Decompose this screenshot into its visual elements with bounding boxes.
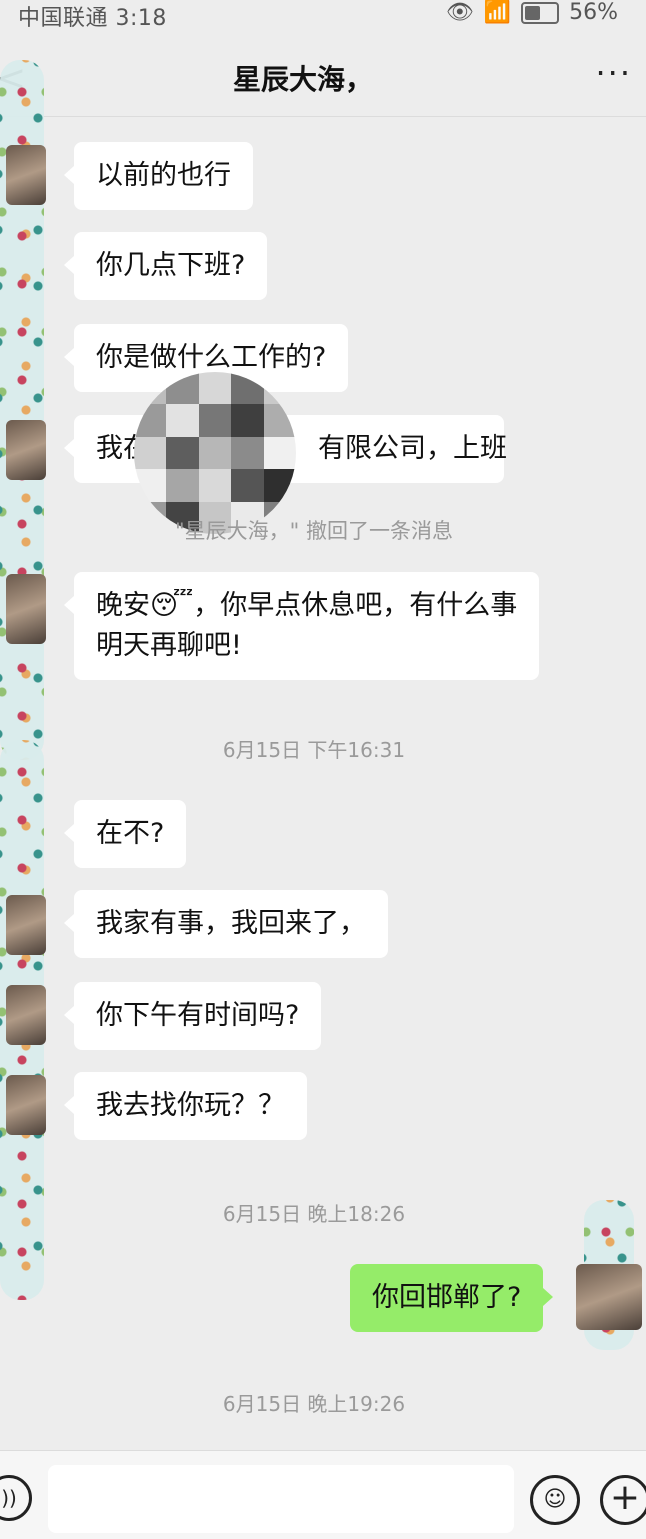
message-bubble[interactable]: 你下午有时间吗? [63,982,322,1050]
message-bubble[interactable]: 我家有事，我回来了， [64,890,388,958]
message-input[interactable] [48,1465,514,1533]
timestamp: 6月15日 晚上19:26 [222,1392,406,1416]
message-bubble[interactable]: 我去找你玩？？ [64,1072,307,1140]
status-icons: 👁 📶 56% [446,0,618,25]
battery-percent: 56% [569,0,618,25]
input-bar: )) ☺ + [0,1450,646,1539]
chat-header: < 星辰大海， ··· [0,40,646,117]
message-text: 你几点下班? [96,250,246,281]
recall-notice: "星辰大海，" 撤回了一条消息 [175,519,453,543]
message-bubble-self[interactable]: 你回邯郸了? [350,1264,554,1332]
contact-avatar[interactable] [6,574,46,644]
message-text: 以前的也行 [96,160,231,191]
message-text: 你下午有时间吗? [96,1000,300,1031]
emoji-icon[interactable]: ☺ [530,1475,580,1525]
status-bar: 中国联通 3:18 👁 📶 56% [0,0,646,31]
plus-icon[interactable]: + [600,1475,646,1525]
message-bubble[interactable]: 晚安😴，你早点休息吧，有什么事 明天再聊吧! [63,572,540,680]
message-bubble[interactable]: 在不? [63,800,187,868]
message-text: 在不? [96,818,165,849]
more-options-button[interactable]: ··· [595,54,632,92]
contact-avatar[interactable] [6,1075,46,1135]
carrier-time: 中国联通 3:18 [18,6,167,31]
message-bubble[interactable]: 以前的也行 [64,142,253,210]
contact-avatar[interactable] [6,145,46,205]
self-avatar[interactable] [576,1264,642,1330]
contact-avatar[interactable] [6,420,46,480]
message-bubble[interactable]: 你几点下班? [63,232,268,300]
message-text-line1: 晚安😴，你早点休息吧，有什么事 [96,590,518,621]
message-text-suffix: 有限公司，上班 [318,433,507,464]
wifi-icon: 📶 [483,0,512,25]
mosaic-redaction [134,372,296,534]
message-text: 我去找你玩？？ [96,1090,285,1121]
message-text: 我家有事，我回来了， [96,908,366,939]
timestamp: 6月15日 晚上18:26 [222,1202,406,1226]
message-text-line2: 明天再聊吧! [96,630,242,661]
eye-icon: 👁 [445,0,474,25]
voice-icon[interactable]: )) [0,1475,32,1521]
chat-title: 星辰大海， [232,63,373,96]
contact-avatar[interactable] [6,985,46,1045]
message-text: 你回邯郸了? [372,1282,522,1313]
message-text: 你是做什么工作的? [96,342,327,373]
battery-icon [521,1,560,24]
timestamp: 6月15日 下午16:31 [222,738,406,762]
contact-avatar[interactable] [6,895,46,955]
